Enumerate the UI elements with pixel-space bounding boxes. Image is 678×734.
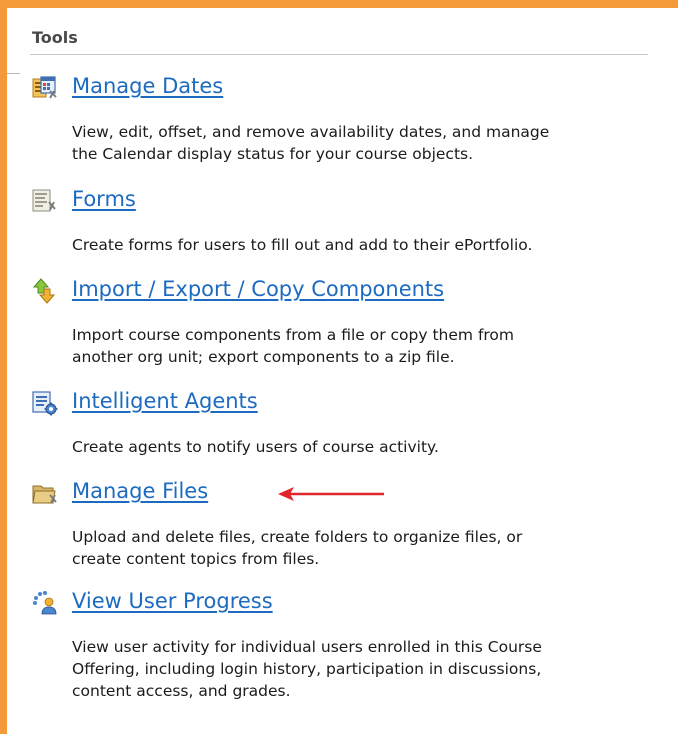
tool-link-intelligent-agents[interactable]: Intelligent Agents: [72, 387, 258, 415]
agent-gear-icon: [32, 391, 58, 416]
tool-import-export-copy: Import / Export / Copy Components Import…: [30, 273, 670, 366]
tool-description: View, edit, offset, and remove availabil…: [72, 121, 662, 165]
folder-tool-icon: [32, 485, 57, 504]
tool-link-manage-dates[interactable]: Manage Dates: [72, 72, 223, 100]
tool-head: Import / Export / Copy Components: [30, 273, 670, 307]
tool-head: Forms: [30, 183, 670, 217]
tool-head: Intelligent Agents: [30, 385, 670, 419]
tool-description: View user activity for individual users …: [72, 636, 662, 702]
tool-forms: Forms Create forms for users to fill out…: [30, 183, 670, 254]
description-line: View user activity for individual users …: [72, 638, 542, 656]
description-line: another org unit; export components to a…: [72, 348, 455, 366]
frame-top-edge: [0, 0, 678, 8]
tool-intelligent-agents: Intelligent Agents Create agents to noti…: [30, 385, 670, 456]
tool-head: Manage Dates: [30, 70, 670, 104]
tool-link-view-user-progress[interactable]: View User Progress: [72, 587, 273, 615]
description-line: Upload and delete files, create folders …: [72, 528, 523, 546]
tool-description: Upload and delete files, create folders …: [72, 526, 662, 570]
description-line: content access, and grades.: [72, 682, 291, 700]
tools-panel: Tools Manage Dates View, edit, offset, a…: [30, 28, 648, 700]
calendar-tool-icon: [32, 76, 57, 99]
tool-description: Create forms for users to fill out and a…: [72, 234, 662, 256]
tool-link-import-export-copy[interactable]: Import / Export / Copy Components: [72, 275, 444, 303]
tool-description: Import course components from a file or …: [72, 324, 662, 368]
description-line: Create forms for users to fill out and a…: [72, 236, 533, 254]
tool-link-forms[interactable]: Forms: [72, 185, 136, 213]
description-line: Create agents to notify users of course …: [72, 438, 439, 456]
frame-left-edge: [0, 0, 7, 734]
user-progress-icon: [33, 591, 57, 615]
tool-head: View User Progress: [30, 585, 670, 619]
annotation-arrow-icon: [278, 487, 384, 501]
tool-link-manage-files[interactable]: Manage Files: [72, 477, 208, 505]
tool-head: Manage Files: [30, 475, 670, 509]
tool-description: Create agents to notify users of course …: [72, 436, 662, 458]
description-line: Offering, including login history, parti…: [72, 660, 542, 678]
tool-view-user-progress: View User Progress View user activity fo…: [30, 585, 670, 700]
description-line: Import course components from a file or …: [72, 326, 515, 344]
description-line: View, edit, offset, and remove availabil…: [72, 123, 550, 141]
description-line: the Calendar display status for your cou…: [72, 145, 474, 163]
import-export-arrows-icon: [32, 278, 56, 304]
frame-tick: [7, 73, 20, 74]
form-tool-icon: [32, 189, 56, 212]
tool-manage-files: Manage Files Upload and delete files, cr…: [30, 475, 670, 568]
tools-page: Tools Manage Dates View, edit, offset, a…: [0, 0, 678, 734]
tool-manage-dates: Manage Dates View, edit, offset, and rem…: [30, 70, 670, 163]
panel-title: Tools: [30, 28, 648, 55]
description-line: create content topics from files.: [72, 550, 320, 568]
